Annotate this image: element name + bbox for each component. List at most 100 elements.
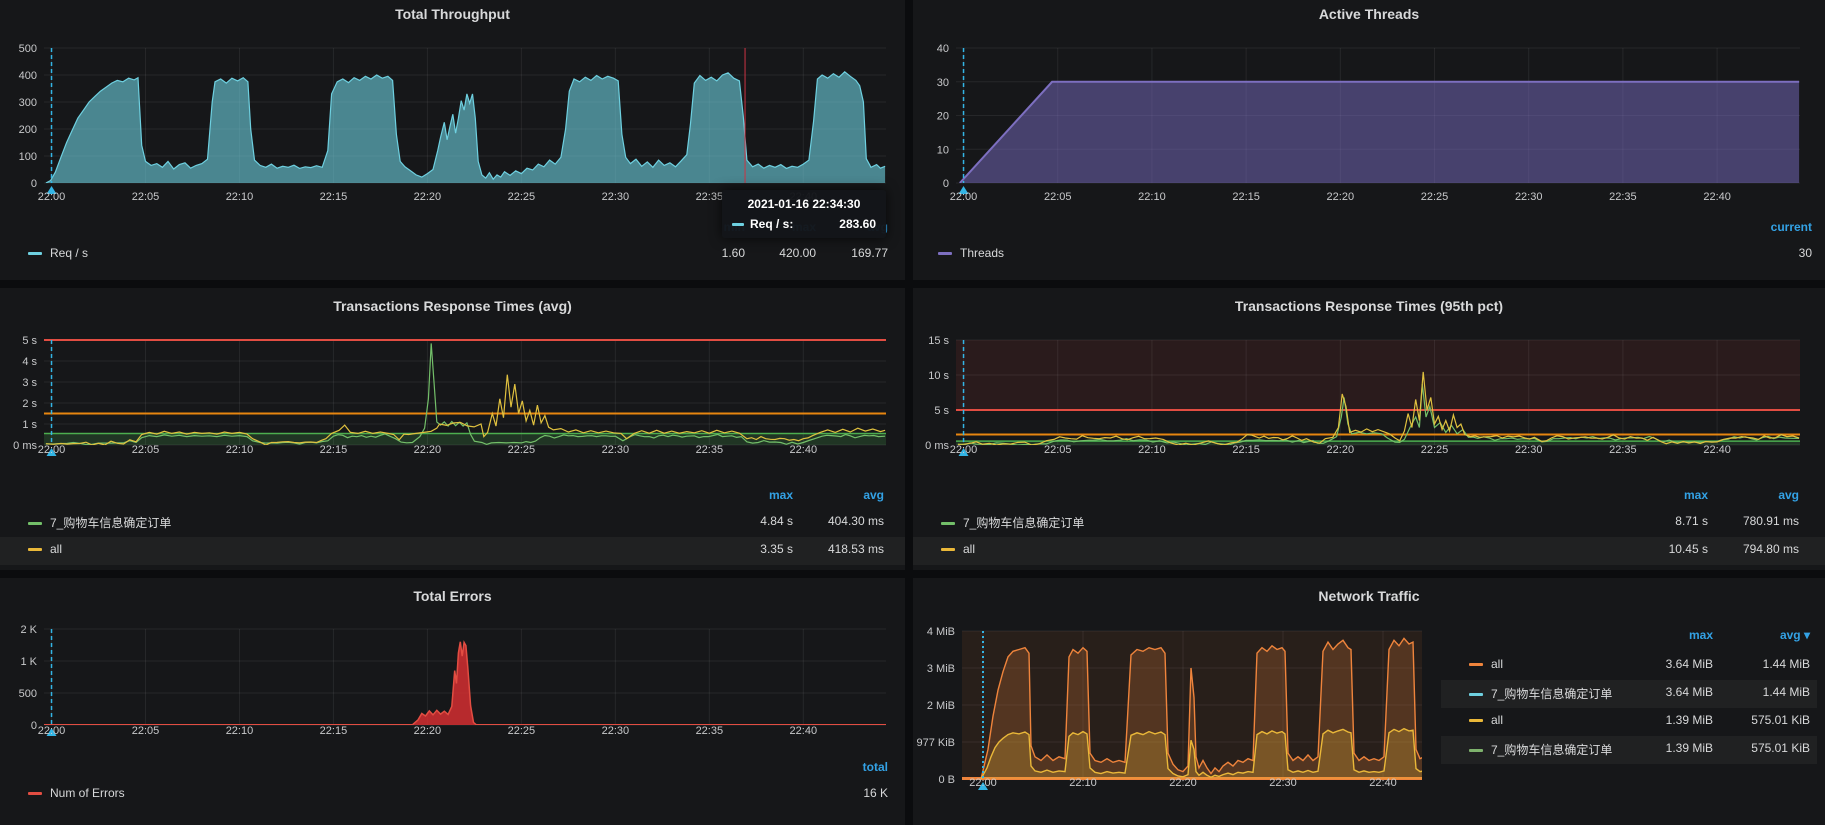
x-axis-tick-label: 22:10 xyxy=(1138,444,1166,456)
x-axis-tick-label: 22:30 xyxy=(602,191,630,203)
x-axis-tick-label: 22:20 xyxy=(414,444,442,456)
legend-value: 16 K xyxy=(863,786,888,800)
legend-series-label[interactable]: 7_购物车信息确定订单 xyxy=(1469,685,1612,702)
x-axis-tick-label: 22:20 xyxy=(1327,444,1355,456)
legend-value: 8.71 s xyxy=(1675,514,1708,528)
x-axis-tick-label: 22:25 xyxy=(508,191,536,203)
legend-series-label[interactable]: 7_购物车信息确定订单 xyxy=(1469,741,1612,758)
series-color-dash xyxy=(28,522,42,525)
y-axis-tick-label: 0 ms xyxy=(13,440,37,452)
legend-row: all3.35 s418.53 ms xyxy=(0,537,905,565)
legend-value: 575.01 KiB xyxy=(1751,713,1810,727)
legend-series-label[interactable]: all xyxy=(941,542,975,556)
panel-response-times-avg: Transactions Response Times (avg) 22:002… xyxy=(0,288,905,570)
legend-header-avg[interactable]: avg ▾ xyxy=(1780,628,1810,642)
x-axis-tick-label: 22:00 xyxy=(38,444,66,456)
legend-series-label[interactable]: Req / s xyxy=(28,246,88,260)
legend-value: 420.00 xyxy=(779,246,816,260)
legend-value: 418.53 ms xyxy=(828,542,884,556)
tooltip-series-label: Req / s: xyxy=(750,217,793,231)
legend-value: 1.60 xyxy=(722,246,745,260)
x-axis-tick-label: 22:05 xyxy=(132,191,160,203)
legend-row: Num of Errors 16 K xyxy=(0,781,905,808)
legend-row: 7_购物车信息确定订单8.71 s780.91 ms xyxy=(913,509,1825,537)
x-axis-tick-label: 22:30 xyxy=(602,725,630,737)
panel-total-throughput: Total Throughput 22:0022:0522:1022:1522:… xyxy=(0,0,905,280)
grafana-dashboard: Total Throughput 22:0022:0522:1022:1522:… xyxy=(0,0,1825,825)
x-axis-tick-label: 22:40 xyxy=(1703,444,1731,456)
x-axis-tick-label: 22:30 xyxy=(1269,777,1297,789)
y-axis-tick-label: 3 s xyxy=(22,377,37,389)
x-axis-tick-label: 22:05 xyxy=(132,725,160,737)
x-axis-tick-label: 22:05 xyxy=(1044,444,1072,456)
y-axis-tick-label: 3 MiB xyxy=(927,663,955,675)
y-axis-tick-label: 2 K xyxy=(20,624,37,636)
y-axis-tick-label: 4 s xyxy=(22,356,37,368)
legend-series-label[interactable]: all xyxy=(1469,657,1503,671)
legend-series-label[interactable]: all xyxy=(28,542,62,556)
legend-header-avg[interactable]: avg xyxy=(1778,488,1799,502)
x-axis-tick-label: 22:15 xyxy=(1232,191,1260,203)
series-color-dash xyxy=(1469,693,1483,696)
x-axis-tick-label: 22:40 xyxy=(1369,777,1397,789)
sort-caret-icon: ▾ xyxy=(1801,628,1810,642)
legend-header-total[interactable]: total xyxy=(863,760,888,774)
y-axis-tick-label: 300 xyxy=(19,97,37,109)
legend-series-label[interactable]: 7_购物车信息确定订单 xyxy=(941,514,1084,531)
y-axis-tick-label: 10 s xyxy=(928,370,949,382)
legend-series-label[interactable]: Num of Errors xyxy=(28,786,125,800)
tooltip-series-row: Req / s: 283.60 xyxy=(732,217,876,231)
panel-active-threads: Active Threads 22:0022:0522:1022:1522:20… xyxy=(913,0,1825,280)
x-axis-tick-label: 22:05 xyxy=(132,444,160,456)
y-axis-tick-label: 0 B xyxy=(938,774,955,786)
x-axis-tick-label: 22:25 xyxy=(508,725,536,737)
legend-header-max[interactable]: max xyxy=(769,488,793,502)
x-axis-tick-label: 22:15 xyxy=(320,191,348,203)
legend-header-max[interactable]: max xyxy=(1684,488,1708,502)
x-axis-tick-label: 22:40 xyxy=(790,444,818,456)
y-axis-tick-label: 5 s xyxy=(934,405,949,417)
y-axis-tick-label: 500 xyxy=(19,688,37,700)
x-axis-tick-label: 22:00 xyxy=(950,444,978,456)
legend-row: 7_购物车信息确定订单4.84 s404.30 ms xyxy=(0,509,905,537)
series-color-dash xyxy=(1469,663,1483,666)
threads-chart[interactable]: 22:0022:0522:1022:1522:2022:2522:3022:35… xyxy=(913,0,1825,280)
tooltip-series-value: 283.60 xyxy=(823,217,876,231)
x-axis-tick-label: 22:35 xyxy=(1609,191,1637,203)
series-color-dash xyxy=(941,522,955,525)
x-axis-tick-label: 22:10 xyxy=(226,191,254,203)
series-color-dash xyxy=(732,223,744,226)
x-axis-tick-label: 22:20 xyxy=(414,191,442,203)
x-axis-tick-label: 22:35 xyxy=(696,725,724,737)
x-axis-tick-label: 22:40 xyxy=(1703,191,1731,203)
x-axis-tick-label: 22:20 xyxy=(414,725,442,737)
legend-series-label[interactable]: all xyxy=(1469,713,1503,727)
x-axis-tick-label: 22:00 xyxy=(950,191,978,203)
throughput-chart[interactable]: 22:0022:0522:1022:1522:2022:2522:3022:35… xyxy=(0,0,905,280)
x-axis-tick-label: 22:05 xyxy=(1044,191,1072,203)
legend-row: 7_购物车信息确定订单1.39 MiB575.01 KiB xyxy=(1441,736,1817,764)
series-color-dash xyxy=(28,792,42,795)
x-axis-tick-label: 22:35 xyxy=(1609,444,1637,456)
x-axis-tick-label: 22:00 xyxy=(38,725,66,737)
y-axis-tick-label: 0 xyxy=(943,178,949,190)
y-axis-tick-label: 400 xyxy=(19,70,37,82)
legend-series-label[interactable]: Threads xyxy=(938,246,1004,260)
x-axis-tick-label: 22:35 xyxy=(696,444,724,456)
legend-header-current[interactable]: current xyxy=(1771,220,1812,234)
legend-header-max[interactable]: max xyxy=(1689,628,1713,642)
y-axis-tick-label: 40 xyxy=(937,43,949,55)
x-axis-tick-label: 22:40 xyxy=(790,725,818,737)
y-axis-tick-label: 15 s xyxy=(928,335,949,347)
legend-row: all3.64 MiB1.44 MiB xyxy=(1441,652,1817,680)
legend-value: 794.80 ms xyxy=(1743,542,1799,556)
graph-tooltip: 2021-01-16 22:34:30 Req / s: 283.60 xyxy=(722,190,886,238)
x-axis-tick-label: 22:15 xyxy=(320,444,348,456)
legend-header-avg[interactable]: avg xyxy=(863,488,884,502)
legend-value: 4.84 s xyxy=(760,514,793,528)
x-axis-tick-label: 22:20 xyxy=(1327,191,1355,203)
legend-value: 169.77 xyxy=(851,246,888,260)
x-axis-tick-label: 22:10 xyxy=(226,725,254,737)
legend-series-label[interactable]: 7_购物车信息确定订单 xyxy=(28,514,171,531)
legend-value: 3.64 MiB xyxy=(1666,685,1713,699)
